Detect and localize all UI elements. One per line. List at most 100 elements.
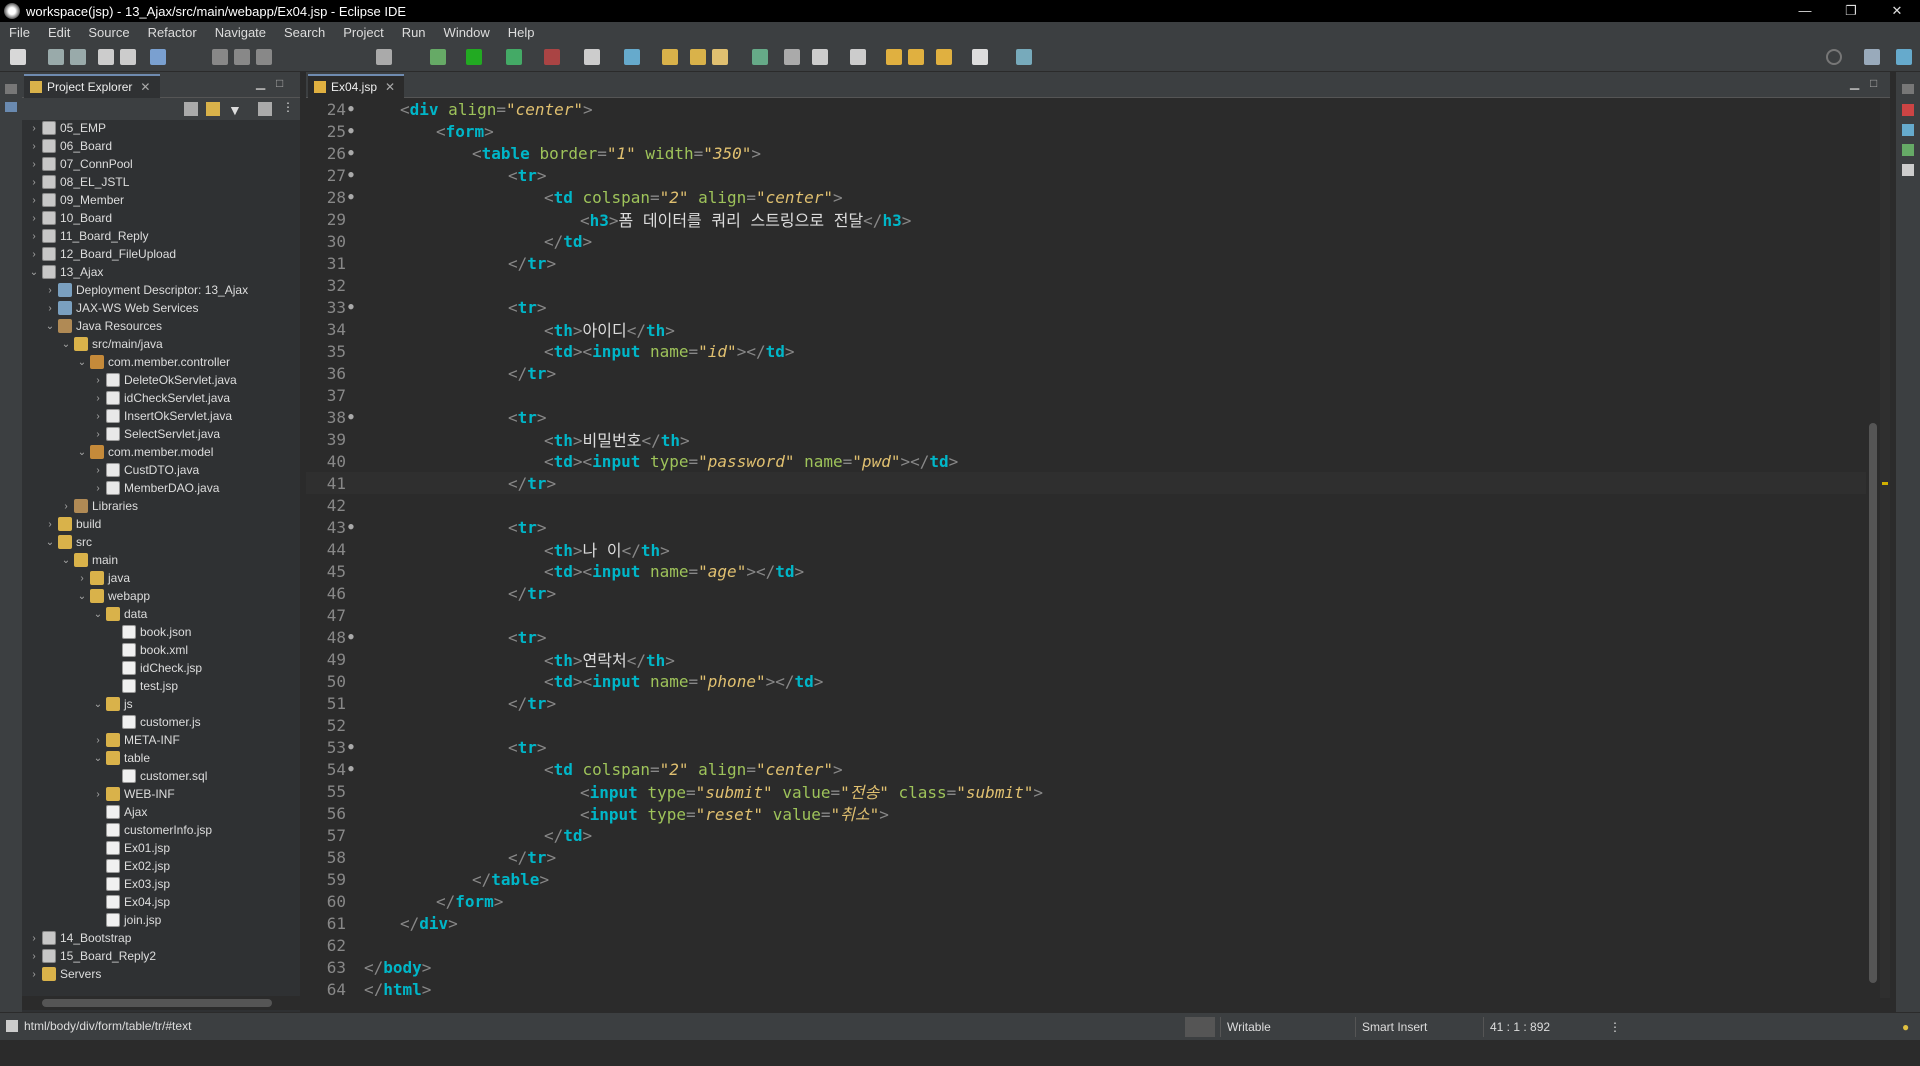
code-line[interactable]: 29 <h3>폼 데이터를 쿼리 스트링으로 전달</h3> <box>306 208 1866 231</box>
editor-horizontal-scrollbar[interactable] <box>346 996 1866 1010</box>
editor-vertical-scrollbar[interactable] <box>1866 98 1880 998</box>
tree-item[interactable]: › META-INF <box>22 731 180 749</box>
chevron-right-icon[interactable]: › <box>28 123 40 134</box>
markers-icon[interactable] <box>1902 104 1914 116</box>
chevron-right-icon[interactable]: › <box>60 501 72 512</box>
fold-marker-icon[interactable]: ● <box>346 742 356 752</box>
tree-item[interactable]: › JAX-WS Web Services <box>22 299 198 317</box>
close-icon[interactable]: ✕ <box>385 80 395 94</box>
tree-item[interactable]: customer.js <box>22 713 201 731</box>
tree-item[interactable]: › Servers <box>22 965 101 983</box>
minimize-view-icon[interactable]: ▁ <box>256 76 265 90</box>
tab-project-explorer[interactable]: Project Explorer ✕ <box>24 74 160 98</box>
tree-item[interactable]: › Deployment Descriptor: 13_Ajax <box>22 281 248 299</box>
tree-item[interactable]: Ex04.jsp <box>22 893 170 911</box>
web-browser-icon[interactable] <box>752 49 768 65</box>
tree-item[interactable]: Ex02.jsp <box>22 857 170 875</box>
chevron-down-icon[interactable]: ⌄ <box>44 537 56 548</box>
close-button[interactable]: ✕ <box>1874 0 1920 22</box>
code-line[interactable]: 25 ● <form> <box>306 120 1866 142</box>
chevron-right-icon[interactable]: › <box>76 573 88 584</box>
tree-item[interactable]: ⌄ src/main/java <box>22 335 163 353</box>
tree-item[interactable]: › SelectServlet.java <box>22 425 220 443</box>
tree-item[interactable]: › 05_EMP <box>22 119 106 137</box>
tree-item[interactable]: › java <box>22 569 130 587</box>
coverage-icon[interactable] <box>506 49 522 65</box>
code-line[interactable]: 55 <input type="submit" value="전송" class=… <box>306 780 1866 803</box>
tree-item[interactable]: ⌄ webapp <box>22 587 150 605</box>
open-type-icon[interactable] <box>662 49 678 65</box>
code-line[interactable]: 63 </body> <box>306 956 1866 978</box>
filter-icon[interactable]: ▼ <box>228 102 242 118</box>
properties-icon[interactable] <box>1902 124 1914 136</box>
chevron-right-icon[interactable]: › <box>92 375 104 386</box>
chevron-right-icon[interactable]: › <box>92 429 104 440</box>
warning-marker[interactable] <box>1882 482 1888 485</box>
code-line[interactable]: 43 ● <tr> <box>306 516 1866 538</box>
next-annotation-icon[interactable] <box>812 49 828 65</box>
chevron-right-icon[interactable]: › <box>92 735 104 746</box>
tree-item[interactable]: › build <box>22 515 101 533</box>
tree-item[interactable]: › 06_Board <box>22 137 112 155</box>
code-line[interactable]: 62 <box>306 934 1866 956</box>
menu-edit[interactable]: Edit <box>39 25 79 40</box>
terminal-icon[interactable] <box>150 49 166 65</box>
code-line[interactable]: 38 ● <tr> <box>306 406 1866 428</box>
tree-item[interactable]: › MemberDAO.java <box>22 479 219 497</box>
code-line[interactable]: 44 <th>나 이</th> <box>306 538 1866 561</box>
tree-item[interactable]: Ajax <box>22 803 147 821</box>
fold-marker-icon[interactable]: ● <box>346 170 356 180</box>
close-icon[interactable]: ✕ <box>140 80 150 94</box>
chevron-right-icon[interactable]: › <box>28 195 40 206</box>
forward-edit-icon[interactable] <box>908 49 924 65</box>
code-line[interactable]: 64 </html> <box>306 978 1866 999</box>
code-line[interactable]: 42 <box>306 494 1866 516</box>
tree-item[interactable]: › 07_ConnPool <box>22 155 133 173</box>
chevron-right-icon[interactable]: › <box>28 231 40 242</box>
fold-marker-icon[interactable]: ● <box>346 764 356 774</box>
fold-marker-icon[interactable]: ● <box>346 412 356 422</box>
chevron-right-icon[interactable]: › <box>28 933 40 944</box>
chevron-right-icon[interactable]: › <box>92 393 104 404</box>
java-ee-perspective-icon[interactable] <box>1896 49 1912 65</box>
code-line[interactable]: 37 <box>306 384 1866 406</box>
tree-item[interactable]: ⌄ com.member.model <box>22 443 213 461</box>
menu-navigate[interactable]: Navigate <box>206 25 275 40</box>
open-perspective-icon[interactable] <box>1864 49 1880 65</box>
forward-icon[interactable] <box>972 49 988 65</box>
new-server-icon[interactable] <box>584 49 600 65</box>
suspend-icon[interactable] <box>234 49 250 65</box>
code-line[interactable]: 54 ● <td colspan="2" align="center"> <box>306 758 1866 780</box>
code-line[interactable]: 41 </tr> <box>306 472 1866 494</box>
code-line[interactable]: 56 <input type="reset" value="취소"> <box>306 802 1866 825</box>
chevron-down-icon[interactable]: ⌄ <box>28 267 40 278</box>
code-line[interactable]: 27 ● <tr> <box>306 164 1866 186</box>
code-line[interactable]: 28 ● <td colspan="2" align="center"> <box>306 186 1866 208</box>
chevron-down-icon[interactable]: ⌄ <box>76 591 88 602</box>
code-line[interactable]: 48 ● <tr> <box>306 626 1866 648</box>
tip-icon[interactable]: ● <box>1896 1017 1916 1037</box>
undo-icon[interactable] <box>98 49 114 65</box>
code-line[interactable]: 45 <td><input name="age"></td> <box>306 560 1866 582</box>
chevron-right-icon[interactable]: › <box>28 249 40 260</box>
console-icon[interactable] <box>1902 164 1914 176</box>
fold-marker-icon[interactable]: ● <box>346 126 356 136</box>
code-line[interactable]: 35 <td><input name="id"></td> <box>306 340 1866 362</box>
tree-item[interactable]: book.json <box>22 623 191 641</box>
chevron-down-icon[interactable]: ⌄ <box>60 555 72 566</box>
scroll-thumb[interactable] <box>1869 423 1877 983</box>
fold-marker-icon[interactable]: ● <box>346 192 356 202</box>
toggle-breadcrumb-icon[interactable] <box>376 49 392 65</box>
code-line[interactable]: 61 </div> <box>306 912 1866 934</box>
last-edit-icon[interactable] <box>886 49 902 65</box>
menu-window[interactable]: Window <box>435 25 499 40</box>
servers-icon[interactable] <box>1902 144 1914 156</box>
tree-item[interactable]: ⌄ js <box>22 695 133 713</box>
menu-project[interactable]: Project <box>334 25 392 40</box>
code-line[interactable]: 31 </tr> <box>306 252 1866 274</box>
search-tool-icon[interactable] <box>784 49 800 65</box>
maximize-view-icon[interactable]: □ <box>1870 76 1877 90</box>
new-icon[interactable] <box>10 49 26 65</box>
chevron-down-icon[interactable]: ⌄ <box>92 699 104 710</box>
save-all-icon[interactable] <box>70 49 86 65</box>
